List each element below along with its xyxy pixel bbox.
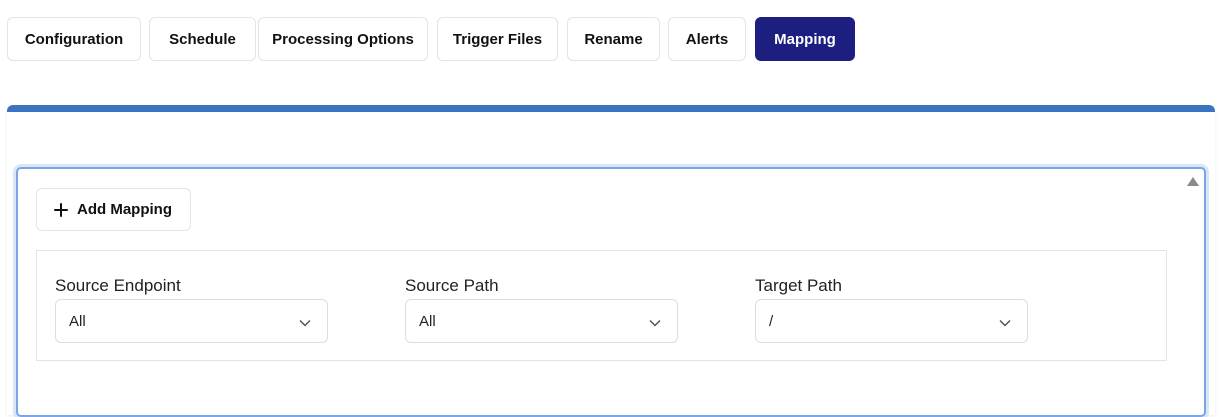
add-mapping-button[interactable]: Add Mapping — [36, 188, 191, 231]
tab-schedule[interactable]: Schedule — [149, 17, 256, 61]
source-endpoint-label: Source Endpoint — [55, 276, 181, 295]
source-endpoint-select[interactable]: All — [55, 299, 328, 343]
tab-processing-options[interactable]: Processing Options — [258, 17, 428, 61]
tab-rename[interactable]: Rename — [567, 17, 660, 61]
tab-alerts[interactable]: Alerts — [668, 17, 746, 61]
add-mapping-label: Add Mapping — [77, 201, 172, 218]
chevron-down-icon — [299, 316, 311, 328]
scroll-up-arrow-icon[interactable] — [1186, 175, 1200, 187]
tab-trigger-files[interactable]: Trigger Files — [437, 17, 558, 61]
tab-mapping[interactable]: Mapping — [755, 17, 855, 61]
target-path-select[interactable]: / — [755, 299, 1028, 343]
chevron-down-icon — [649, 316, 661, 328]
chevron-down-icon — [999, 316, 1011, 328]
plus-icon — [54, 202, 68, 217]
source-path-value: All — [419, 312, 436, 330]
source-endpoint-value: All — [69, 312, 86, 330]
target-path-value: / — [769, 312, 774, 330]
tab-configuration[interactable]: Configuration — [7, 17, 141, 61]
target-path-label: Target Path — [755, 276, 842, 295]
source-path-label: Source Path — [405, 276, 499, 295]
source-path-select[interactable]: All — [405, 299, 678, 343]
